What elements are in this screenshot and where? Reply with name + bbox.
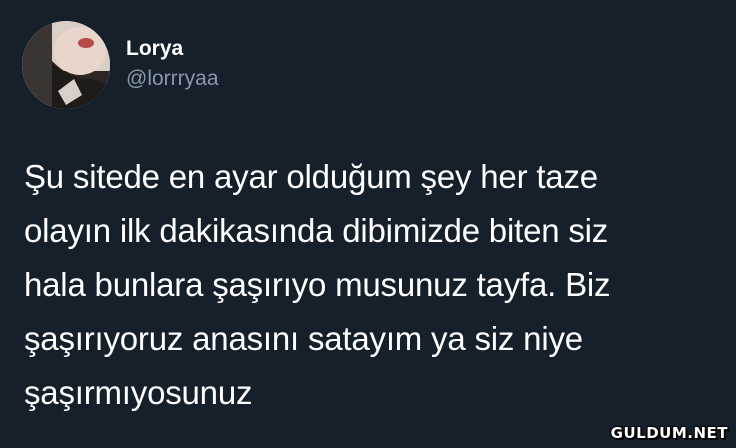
user-handle[interactable]: @lorrryaa [126, 66, 219, 92]
tweet-text: Şu sitede en ayar olduğum şey her taze o… [24, 158, 611, 411]
display-name[interactable]: Lorya [126, 36, 219, 62]
avatar[interactable] [22, 21, 110, 109]
watermark: GULDUM.NET [610, 424, 728, 442]
avatar-photo-icon [22, 21, 110, 109]
tweet-card: Lorya @lorrryaa Şu sitede en ayar olduğu… [0, 0, 736, 448]
user-info: Lorya @lorrryaa [126, 36, 219, 92]
